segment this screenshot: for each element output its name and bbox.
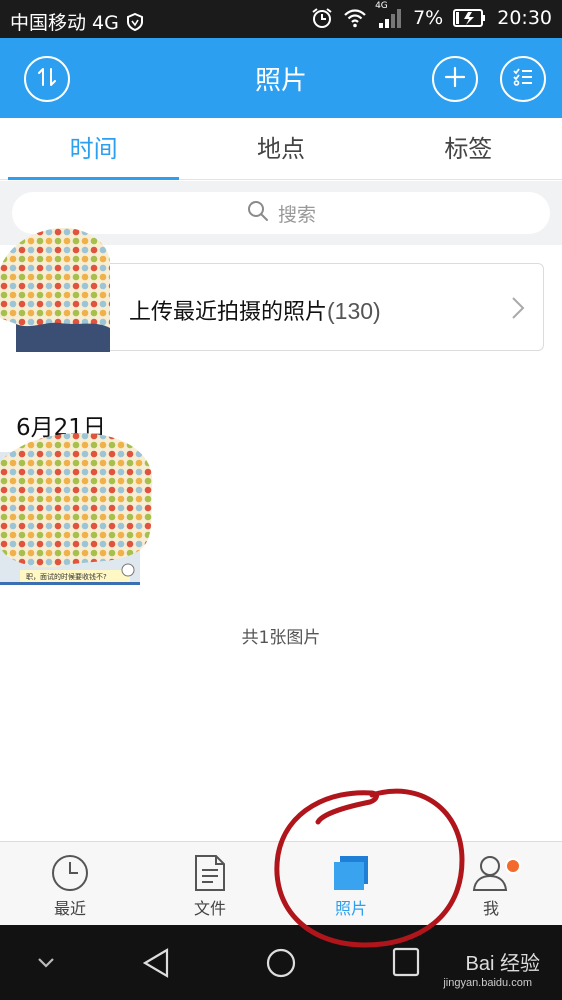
search-placeholder: 搜索 xyxy=(277,203,316,226)
add-icon xyxy=(443,65,467,93)
recent-apps-icon[interactable] xyxy=(392,947,420,981)
battery-percent: 7% xyxy=(413,7,444,29)
nav-files-label: 文件 xyxy=(193,899,226,918)
nav-recent-label: 最近 xyxy=(53,899,86,918)
home-icon[interactable] xyxy=(265,947,297,983)
upload-card-count: (130) xyxy=(327,298,381,324)
app-bar: 照片 xyxy=(0,38,562,118)
clock-time: 20:30 xyxy=(497,7,552,29)
alarm-icon xyxy=(311,7,333,29)
back-icon[interactable] xyxy=(142,947,170,983)
network-type-badge: 4G xyxy=(375,1,388,11)
hide-nav-icon[interactable] xyxy=(36,955,56,974)
nav-me[interactable]: 我 xyxy=(421,842,561,926)
person-icon xyxy=(471,854,511,896)
file-icon xyxy=(193,854,227,896)
bottom-nav: 最近 文件 照片 我 xyxy=(0,841,562,925)
photo-icon xyxy=(331,854,371,896)
search-icon xyxy=(246,199,270,228)
system-nav-bar: Bai 经验 jingyan.baidu.com xyxy=(0,925,562,1000)
upload-card-text: 上传最近拍摄的照片(130) xyxy=(129,294,381,326)
tab-tags[interactable]: 标签 xyxy=(375,118,562,179)
nav-files[interactable]: 文件 xyxy=(140,842,280,926)
photo-thumbnail[interactable]: 职，面试的时候要收钱不? xyxy=(0,432,156,588)
notification-dot xyxy=(505,858,521,874)
tab-bar: 时间 地点 标签 xyxy=(0,118,562,180)
select-list-icon xyxy=(511,65,535,93)
status-bar: 中国移动 4G 4G 7% 20:30 xyxy=(0,0,562,38)
add-button[interactable] xyxy=(432,56,478,102)
battery-charging-icon xyxy=(453,8,487,28)
signal-icon: 4G xyxy=(375,1,403,29)
baidu-jingyan-watermark: Bai 经验 xyxy=(465,953,540,975)
upload-card-label: 上传最近拍摄的照片 xyxy=(129,300,328,325)
photo-count: 共1张图片 xyxy=(241,628,321,648)
tab-location[interactable]: 地点 xyxy=(187,118,374,179)
chevron-right-icon xyxy=(511,296,525,324)
carrier-label: 中国移动 4G xyxy=(10,12,119,34)
wifi-icon xyxy=(343,8,367,28)
nav-photos[interactable]: 照片 xyxy=(281,842,421,926)
nav-photos-label: 照片 xyxy=(334,899,367,918)
nav-me-label: 我 xyxy=(482,899,499,918)
clock-icon xyxy=(51,854,89,896)
vpn-shield-icon xyxy=(126,12,143,31)
nav-recent[interactable]: 最近 xyxy=(0,842,140,926)
upload-card-thumbnail xyxy=(0,228,110,352)
select-mode-button[interactable] xyxy=(500,56,546,102)
thumbnail-caption: 职，面试的时候要收钱不? xyxy=(26,572,107,581)
watermark-url: jingyan.baidu.com xyxy=(443,977,532,989)
tab-time[interactable]: 时间 xyxy=(0,118,187,180)
